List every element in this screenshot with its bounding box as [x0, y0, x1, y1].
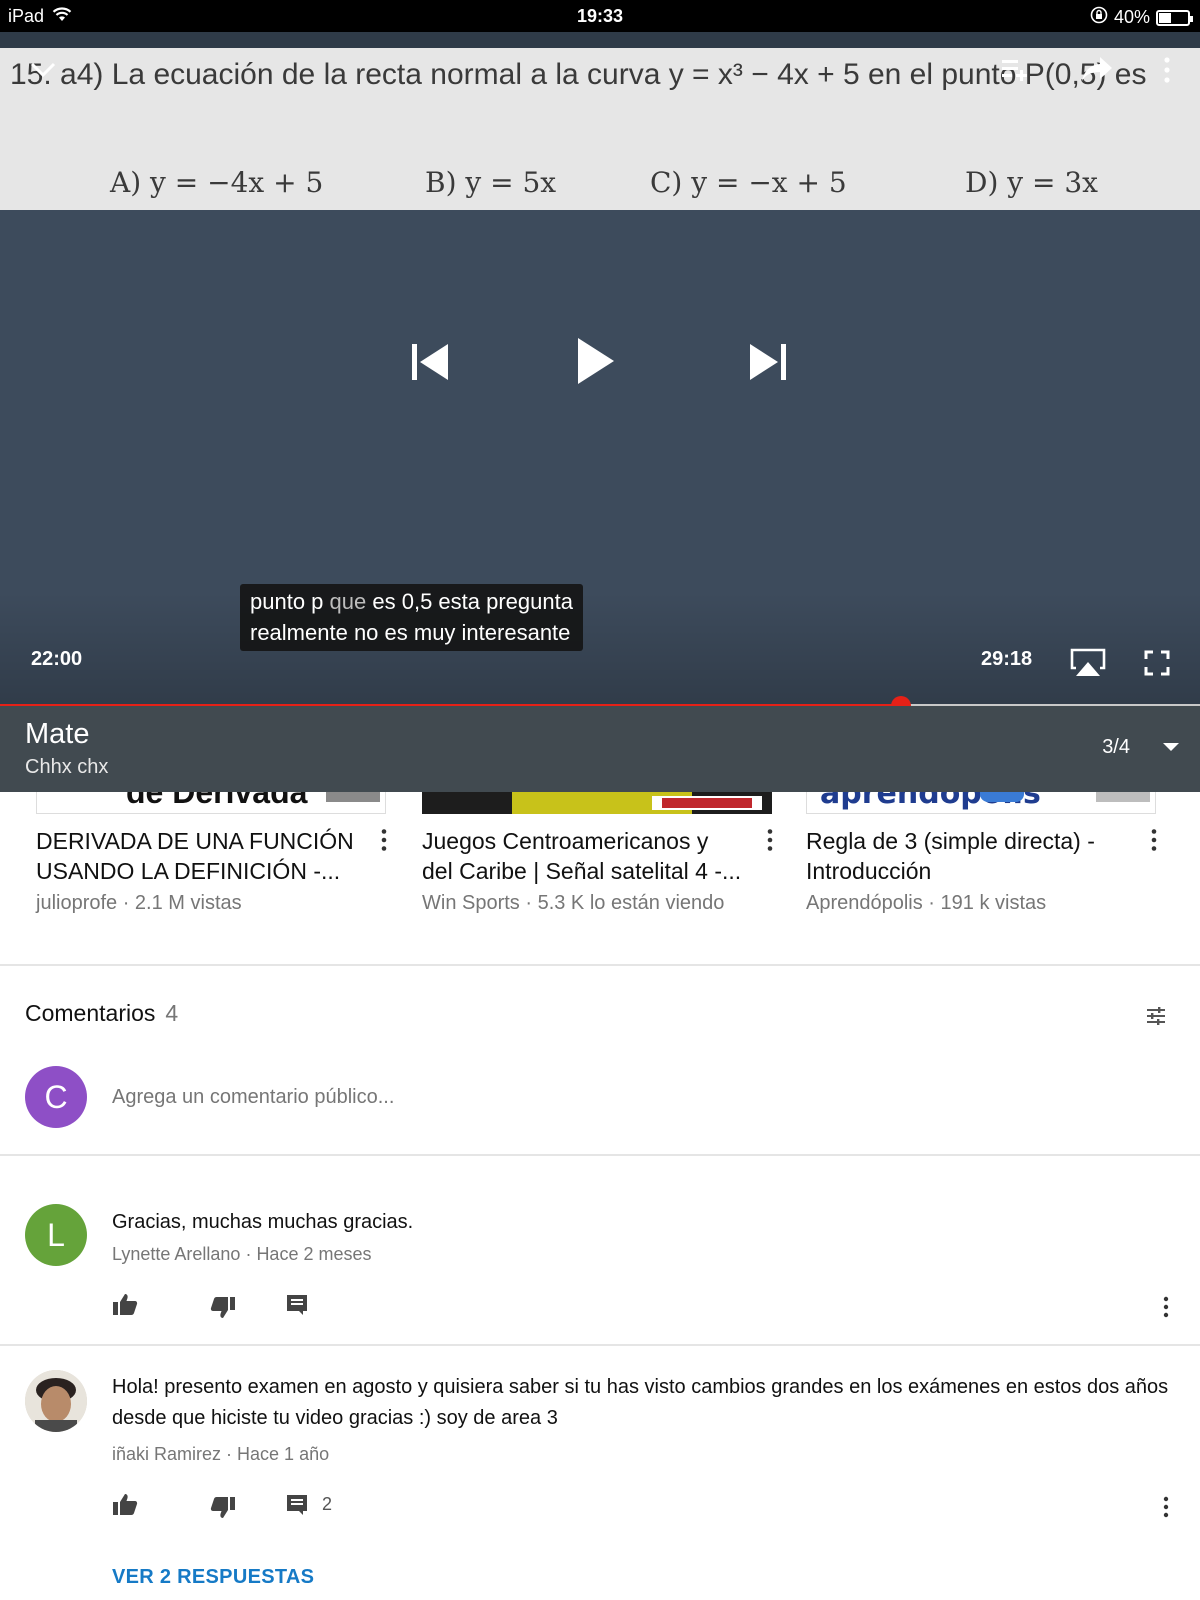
option-c: C) y = −x + 5	[650, 166, 847, 199]
share-icon[interactable]	[1080, 54, 1114, 89]
comments-title: Comentarios	[25, 1000, 156, 1026]
divider	[0, 1344, 1200, 1346]
reply-icon[interactable]	[286, 1494, 308, 1521]
option-d: D) y = 3x	[965, 166, 1098, 199]
reply-icon[interactable]	[286, 1294, 308, 1321]
slide-question: 15. a4) La ecuación de la recta normal a…	[10, 58, 1147, 91]
rotation-lock-icon	[1090, 6, 1108, 29]
comment-text: Gracias, muchas muchas gracias.	[112, 1211, 414, 1233]
playlist-position: 3/4	[1102, 736, 1130, 758]
view-replies-link[interactable]: VER 2 RESPUESTAS	[112, 1566, 314, 1589]
video-player[interactable]: 15. a4) La ecuación de la recta normal a…	[0, 32, 1200, 792]
airplay-icon[interactable]	[1070, 648, 1106, 683]
add-to-playlist-icon[interactable]	[1000, 56, 1028, 87]
related-videos: de Derivada DERIVADA DE UNA FUNCIÓN USAN…	[0, 792, 1200, 966]
status-bar: iPad 19:33 40%	[0, 0, 1200, 32]
related-video-2[interactable]: Juegos Centroamericanos y del Caribe | S…	[422, 792, 782, 962]
expand-playlist-icon[interactable]	[1162, 740, 1180, 758]
related-thumb-text-1: de Derivada	[126, 792, 308, 810]
comment-item: L Gracias, muchas muchas gracias. Lynett…	[0, 1196, 1200, 1336]
playlist-owner: Chhx chx	[25, 756, 109, 778]
duration: 29:18	[981, 648, 1033, 670]
comment-item: Hola! presento examen en agosto y quisie…	[0, 1370, 1200, 1560]
comment-meta: iñaki Ramirez · Hace 1 año	[112, 1444, 330, 1464]
comment-meta: Lynette Arellano · Hace 2 meses	[112, 1244, 372, 1264]
more-options-icon[interactable]	[766, 828, 774, 857]
related-meta-2: Win Sports · 5.3 K lo están viendo	[422, 892, 725, 914]
battery-fill	[1159, 12, 1171, 23]
previous-icon[interactable]	[410, 340, 450, 389]
comment-time: Hace 1 año	[237, 1444, 330, 1464]
play-icon[interactable]	[576, 336, 616, 391]
current-time: 22:00	[31, 648, 83, 670]
related-title-2[interactable]: Juegos Centroamericanos y del Caribe | S…	[422, 826, 742, 886]
related-video-3[interactable]: aprendopolis Regla de 3 (simple directa)…	[806, 792, 1166, 962]
add-comment-row: C	[0, 1066, 1200, 1156]
avatar[interactable]: L	[25, 1204, 87, 1266]
caption-line-1: punto p que es 0,5 esta pregunta	[250, 586, 573, 617]
related-video-1[interactable]: de Derivada DERIVADA DE UNA FUNCIÓN USAN…	[36, 792, 396, 962]
caption-box: punto p que es 0,5 esta pregunta realmen…	[240, 584, 583, 651]
option-a: A) y = −4x + 5	[110, 166, 324, 199]
avatar: C	[25, 1066, 87, 1128]
caption-text-1a: punto p	[250, 589, 324, 614]
comments-header: Comentarios 4	[25, 1000, 178, 1027]
add-comment-input[interactable]	[112, 1086, 1112, 1109]
related-meta-3: Aprendópolis · 191 k vistas	[806, 892, 1047, 914]
more-options-icon[interactable]	[1162, 56, 1172, 89]
battery-icon	[1156, 9, 1193, 26]
caption-text-1b: que	[329, 589, 367, 614]
related-title-3[interactable]: Regla de 3 (simple directa) - Introducci…	[806, 826, 1126, 886]
playback-controls	[400, 332, 800, 412]
related-thumbnail-2[interactable]	[422, 792, 772, 814]
more-options-icon[interactable]	[380, 828, 388, 857]
sort-comments-icon[interactable]	[1146, 1006, 1166, 1031]
clock: 19:33	[576, 6, 624, 26]
more-options-icon[interactable]	[1162, 1296, 1170, 1323]
next-icon[interactable]	[748, 340, 788, 389]
option-b: B) y = 5x	[425, 166, 557, 199]
related-thumbnail-1[interactable]: de Derivada	[36, 792, 386, 814]
video-top-band	[0, 32, 1200, 48]
fullscreen-icon[interactable]	[1144, 650, 1170, 681]
caption-text-1c: es 0,5 esta pregunta	[372, 589, 573, 614]
related-meta-1: julioprofe · 2.1 M vistas	[36, 892, 242, 914]
playlist-title: Mate	[25, 718, 90, 750]
like-icon[interactable]	[112, 1292, 138, 1321]
related-thumbnail-3[interactable]: aprendopolis	[806, 792, 1156, 814]
slide-options: A) y = −4x + 5 B) y = 5x C) y = −x + 5 D…	[0, 166, 1200, 206]
reply-count: 2	[322, 1494, 333, 1514]
avatar[interactable]	[25, 1370, 87, 1432]
caption-line-2: realmente no es muy interesante	[250, 620, 571, 645]
more-options-icon[interactable]	[1150, 828, 1158, 857]
playlist-bar[interactable]: Mate Chhx chx 3/4	[0, 706, 1200, 792]
related-title-1[interactable]: DERIVADA DE UNA FUNCIÓN USANDO LA DEFINI…	[36, 826, 356, 886]
battery-percent: 40%	[1113, 7, 1150, 27]
like-icon[interactable]	[112, 1492, 138, 1521]
dislike-icon[interactable]	[210, 1496, 236, 1525]
more-options-icon[interactable]	[1162, 1496, 1170, 1523]
comment-time: Hace 2 meses	[256, 1244, 372, 1264]
comment-author[interactable]: Lynette Arellano	[112, 1244, 240, 1264]
dislike-icon[interactable]	[210, 1296, 236, 1325]
minimize-chevron-icon[interactable]	[28, 58, 58, 87]
comment-text: Hola! presento examen en agosto y quisie…	[112, 1376, 1169, 1429]
comment-author[interactable]: iñaki Ramirez	[112, 1444, 221, 1464]
comments-count: 4	[165, 1000, 179, 1026]
